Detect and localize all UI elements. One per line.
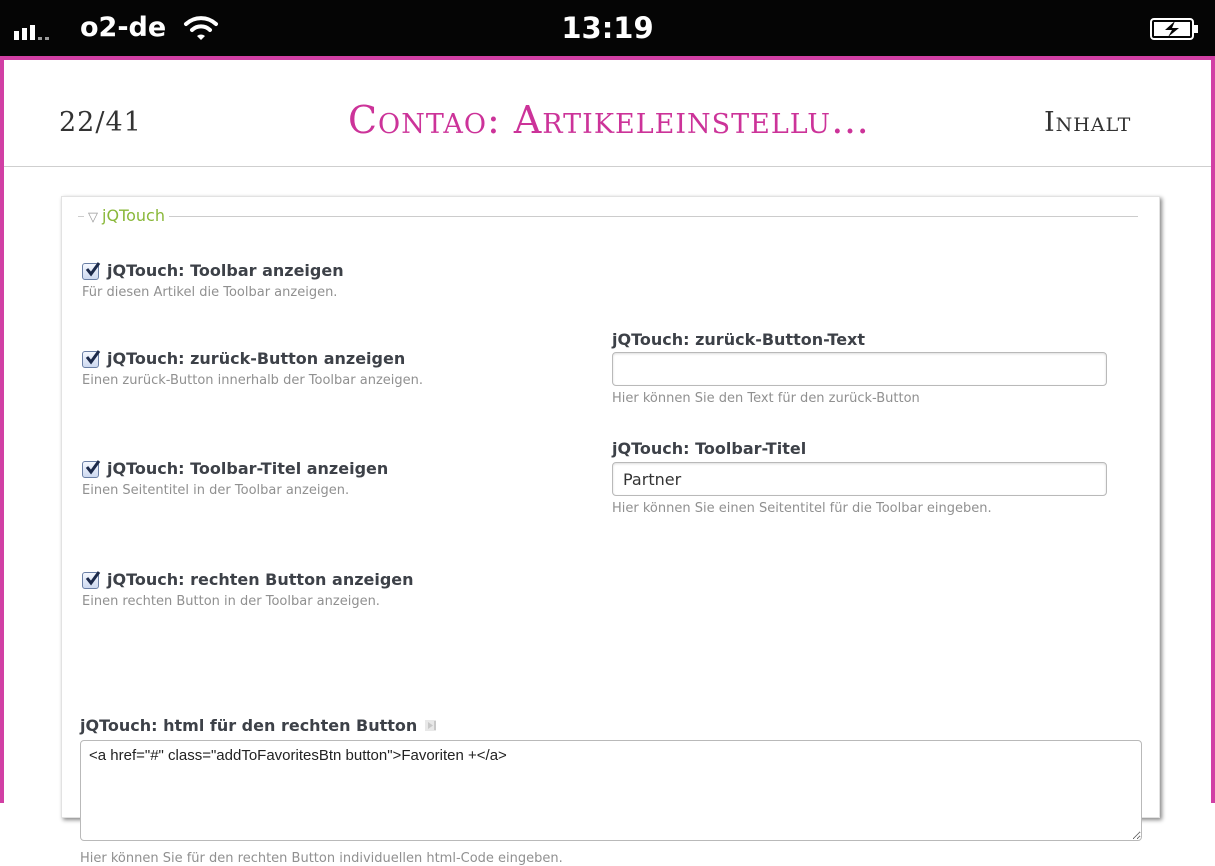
right-button-html-help: Hier können Sie für den rechten Button i… xyxy=(80,851,563,866)
toolbar-title-label: jQTouch: Toolbar-Titel xyxy=(612,439,807,458)
checkbox-back-button[interactable] xyxy=(82,350,101,368)
option-help: Für diesen Artikel die Toolbar anzeigen. xyxy=(82,285,338,300)
back-button-text-help: Hier können Sie den Text für den zurück-… xyxy=(612,391,920,406)
back-button-text-label: jQTouch: zurück-Button-Text xyxy=(612,330,866,349)
option-label[interactable]: jQTouch: Toolbar anzeigen xyxy=(107,261,344,280)
reader-frame: 22/41 Contao: Artikeleinstellu… Inhalt ▽… xyxy=(0,56,1215,866)
option-help: Einen zurück-Button innerhalb der Toolba… xyxy=(82,373,424,388)
code-wizard-icon[interactable] xyxy=(423,717,439,737)
back-button-text-input[interactable] xyxy=(612,352,1107,386)
option-help: Einen rechten Button in der Toolbar anze… xyxy=(82,594,380,609)
battery-charging-icon xyxy=(1150,18,1200,44)
toolbar-title-input[interactable] xyxy=(612,462,1107,496)
status-bar: o2-de 13:19 xyxy=(0,0,1215,56)
fieldset-legend[interactable]: ▽ jQTouch xyxy=(84,206,169,225)
right-button-html-textarea[interactable]: <a href="#" class="addToFavoritesBtn but… xyxy=(80,740,1142,841)
fieldset-divider xyxy=(78,216,1138,217)
page-title: Contao: Artikeleinstellu… xyxy=(347,98,871,142)
triangle-down-icon: ▽ xyxy=(88,210,98,225)
table-of-contents-button[interactable]: Inhalt xyxy=(1044,107,1131,138)
checkbox-toolbar-title[interactable] xyxy=(82,460,101,478)
checkbox-toolbar[interactable] xyxy=(82,262,101,280)
toolbar-title-help: Hier können Sie einen Seitentitel für di… xyxy=(612,501,992,516)
option-label[interactable]: jQTouch: Toolbar-Titel anzeigen xyxy=(107,459,388,478)
checkbox-right-button[interactable] xyxy=(82,571,101,589)
right-button-html-label-row: jQTouch: html für den rechten Button xyxy=(80,716,439,737)
page-counter[interactable]: 22/41 xyxy=(59,107,142,138)
settings-panel: ▽ jQTouch jQTouch: Toolbar anzeigen Für d… xyxy=(61,196,1160,866)
right-button-html-label: jQTouch: html für den rechten Button xyxy=(80,716,418,735)
option-label[interactable]: jQTouch: rechten Button anzeigen xyxy=(107,570,414,589)
legend-label: jQTouch xyxy=(102,206,165,225)
clock: 13:19 xyxy=(561,11,654,45)
option-help: Einen Seitentitel in der Toolbar anzeige… xyxy=(82,483,350,498)
option-label[interactable]: jQTouch: zurück-Button anzeigen xyxy=(107,349,405,368)
navigation-bar: 22/41 Contao: Artikeleinstellu… Inhalt xyxy=(4,60,1211,167)
